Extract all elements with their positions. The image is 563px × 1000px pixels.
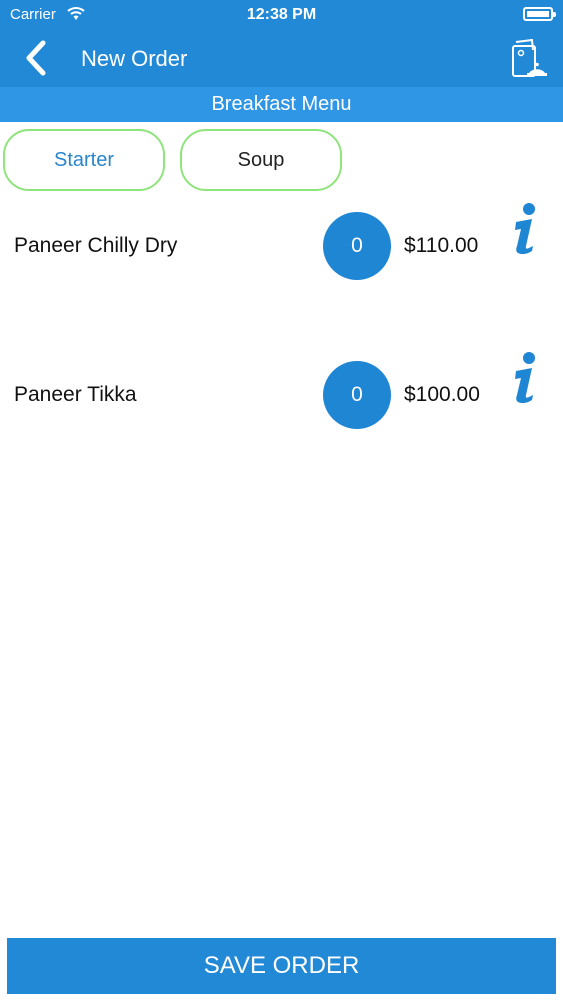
info-icon[interactable]: [510, 351, 542, 405]
order-cart-icon[interactable]: [507, 36, 547, 80]
navigation-bar: New Order: [0, 30, 563, 87]
page-title: New Order: [81, 46, 188, 71]
list-item: Paneer Chilly Dry 0 $110.00: [0, 203, 563, 282]
status-bar: Carrier 12:38 PM: [0, 0, 563, 30]
tab-starter[interactable]: Starter: [3, 129, 165, 191]
tab-soup[interactable]: Soup: [180, 129, 342, 191]
list-item: Paneer Tikka 0 $100.00: [0, 352, 563, 431]
item-price: $110.00: [404, 234, 479, 257]
item-price: $100.00: [404, 383, 480, 406]
menu-title-bar: Breakfast Menu: [0, 87, 563, 122]
menu-title: Breakfast Menu: [211, 93, 352, 115]
back-arrow-icon[interactable]: [18, 38, 58, 78]
quantity-button[interactable]: 0: [323, 212, 391, 280]
battery-icon: [523, 7, 556, 21]
info-icon[interactable]: [510, 202, 542, 256]
item-name: Paneer Chilly Dry: [14, 234, 178, 257]
save-order-button[interactable]: SAVE ORDER: [7, 938, 556, 994]
quantity-button[interactable]: 0: [323, 361, 391, 429]
status-time: 12:38 PM: [246, 6, 317, 23]
item-name: Paneer Tikka: [14, 383, 137, 406]
